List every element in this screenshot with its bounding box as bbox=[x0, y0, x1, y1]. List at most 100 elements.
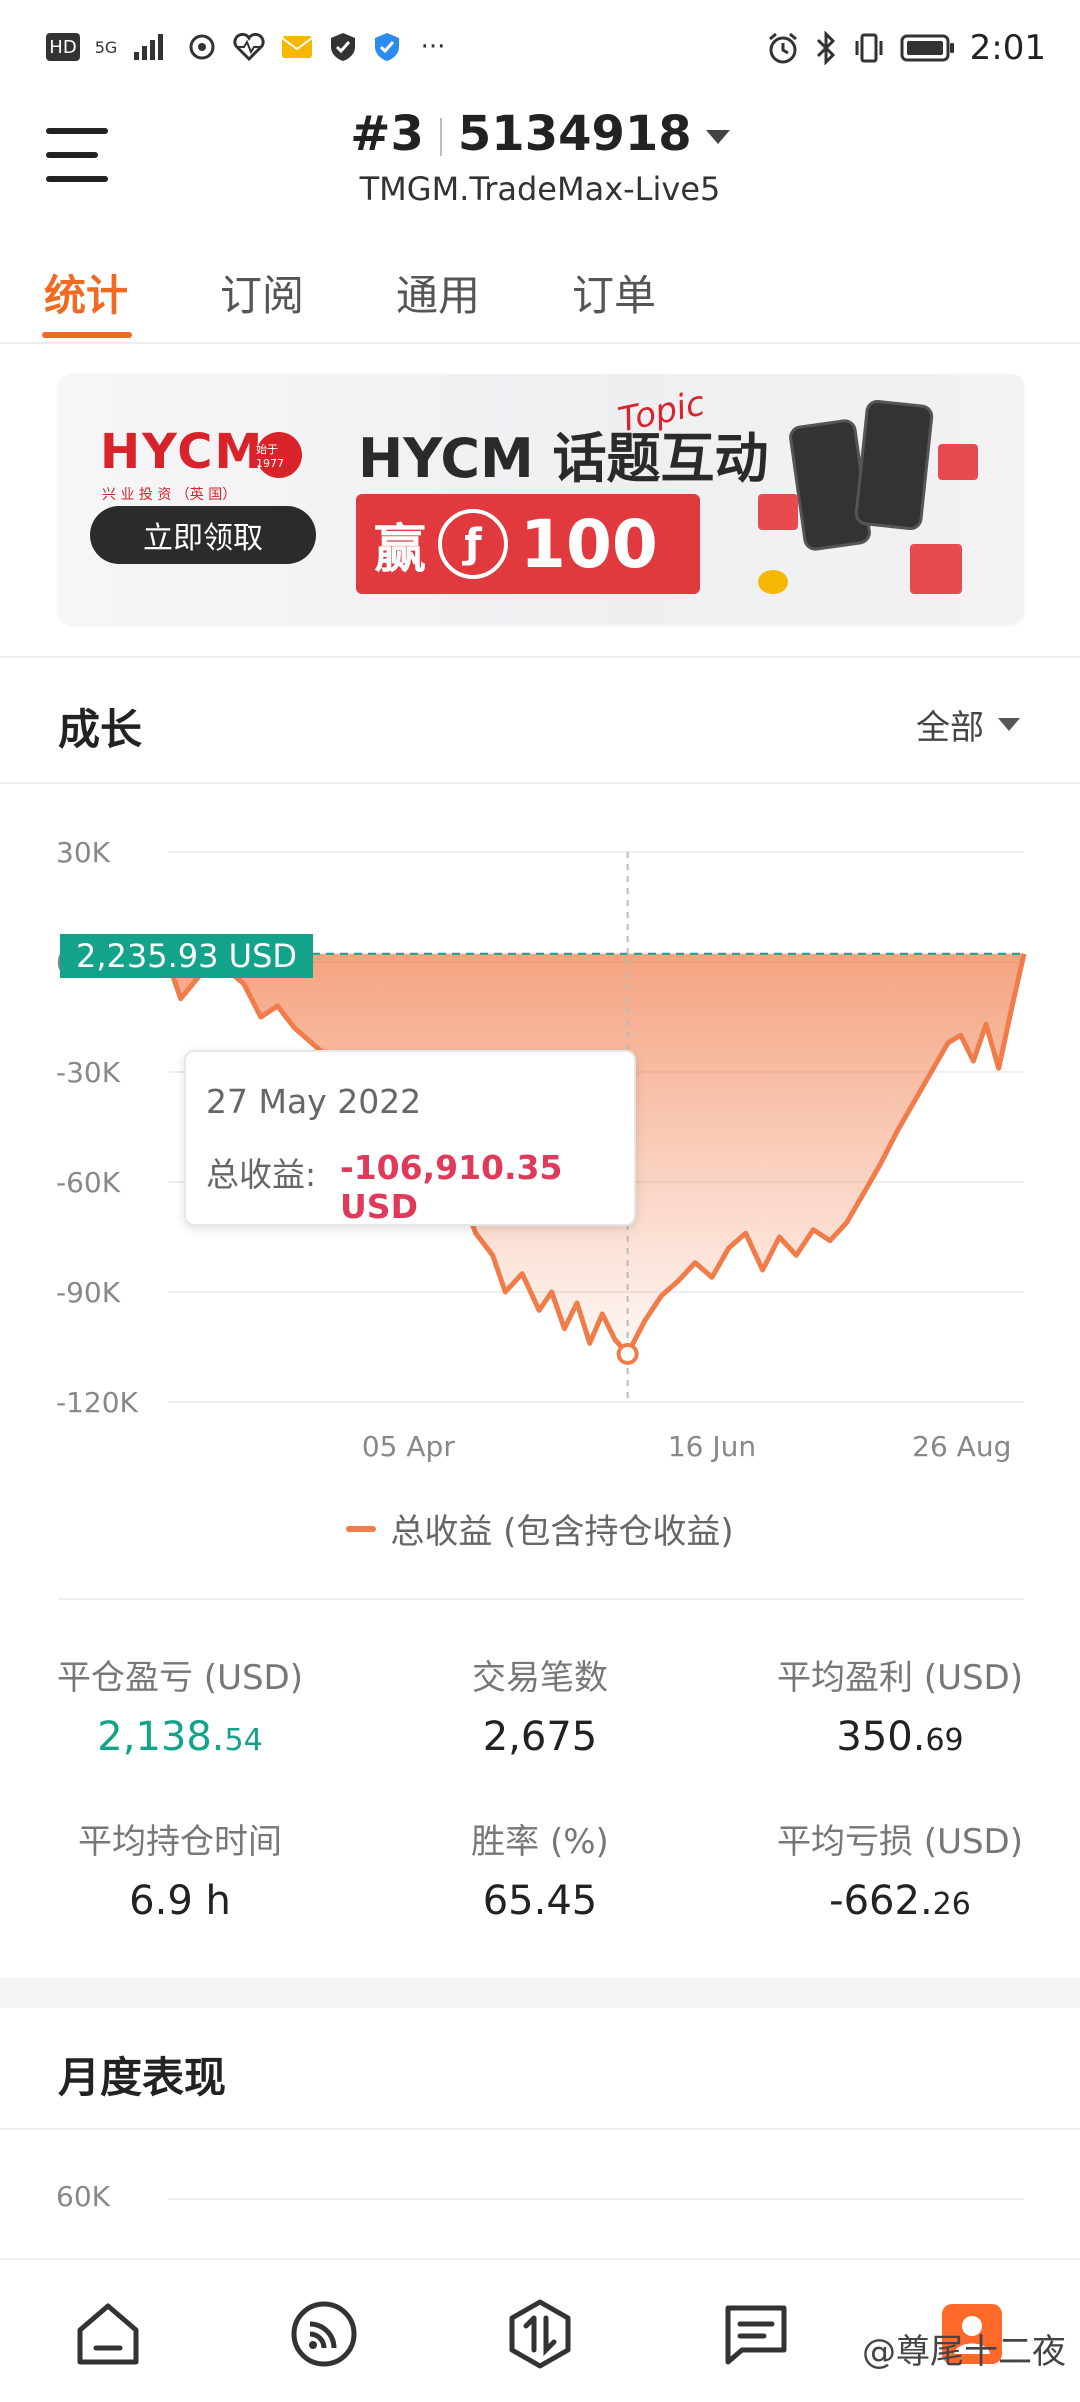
watermark: @尊尾十二夜 bbox=[862, 2332, 1066, 2372]
coin-icon: ƒ bbox=[438, 509, 509, 579]
status-left-indicators: HD 5G ··· bbox=[46, 30, 450, 64]
tab-subscribe[interactable]: 订阅 bbox=[220, 262, 304, 323]
nav-trade[interactable] bbox=[500, 2294, 580, 2374]
monthly-y-tick: 60K bbox=[56, 2180, 110, 2213]
tooltip-date: 27 May 2022 bbox=[206, 1082, 422, 1121]
active-tab-indicator bbox=[42, 332, 132, 338]
shield-icon bbox=[331, 33, 355, 61]
tab-bar: 统计 订阅 通用 订单 bbox=[0, 250, 1080, 344]
section-divider bbox=[0, 2128, 1080, 2130]
stat-label: 平均盈利 (USD) bbox=[777, 1658, 1023, 1698]
stat-label: 平均亏损 (USD) bbox=[777, 1822, 1023, 1862]
stat-dec: 54 bbox=[224, 1723, 263, 1758]
stat-value: -662.26 bbox=[730, 1878, 1070, 1924]
section-divider bbox=[0, 656, 1080, 658]
y-tick-label: 30K bbox=[56, 836, 111, 869]
status-right-indicators: 2:01 bbox=[766, 28, 1046, 68]
chevron-down-icon bbox=[705, 130, 730, 144]
y-tick-label: -120K bbox=[56, 1386, 139, 1419]
phone-illustration-icon bbox=[853, 398, 935, 532]
current-value-label: 2,235.93 USD bbox=[60, 934, 314, 978]
gift-icon bbox=[910, 544, 962, 594]
highlight-point bbox=[616, 1343, 639, 1366]
x-tick-label: 26 Aug bbox=[912, 1430, 1011, 1463]
account-selector[interactable]: #3 5134918 bbox=[0, 106, 1080, 162]
stat-int: 2,675 bbox=[482, 1714, 598, 1760]
stat-dec: 69 bbox=[925, 1723, 964, 1758]
banner-title: HYCM 话题互动 bbox=[358, 427, 769, 490]
coins-icon bbox=[758, 570, 788, 594]
stat-int: 6.9 h bbox=[129, 1878, 231, 1924]
y-tick-label: -90K bbox=[56, 1276, 121, 1309]
account-id: 5134918 bbox=[457, 106, 692, 162]
gift-icon bbox=[938, 444, 978, 480]
stat-int: 65.45 bbox=[482, 1878, 598, 1924]
gift-icon bbox=[758, 494, 798, 530]
tooltip-value: -106,910.35 USD bbox=[340, 1148, 563, 1226]
stat-value: 2,138.54 bbox=[10, 1714, 350, 1760]
section-divider bbox=[0, 782, 1080, 784]
stat-int: 350. bbox=[836, 1714, 926, 1760]
legend-label: 总收益 (包含持仓收益) bbox=[390, 1512, 734, 1552]
range-filter[interactable]: 全部 bbox=[916, 700, 1020, 749]
signal-icon bbox=[134, 34, 163, 60]
stat-label: 平仓盈亏 (USD) bbox=[57, 1658, 303, 1698]
banner-prize: 赢 ƒ 100 bbox=[356, 494, 700, 594]
alarm-icon bbox=[768, 32, 797, 64]
banner-prize-amount: 100 bbox=[520, 505, 658, 583]
growth-title: 成长 bbox=[58, 705, 143, 754]
monthly-gridline bbox=[168, 2198, 1024, 2200]
nav-messages[interactable] bbox=[716, 2294, 796, 2374]
section-gap bbox=[0, 1978, 1080, 2008]
signals-icon bbox=[291, 2301, 357, 2367]
chart-legend: 总收益 (包含持仓收益) bbox=[0, 1504, 1080, 1553]
banner-logo-subtitle: 兴 业 投 资 （英 国） bbox=[102, 487, 237, 503]
y-tick-label: -60K bbox=[56, 1166, 121, 1199]
stat-value: 350.69 bbox=[730, 1714, 1070, 1760]
monthly-title: 月度表现 bbox=[58, 2053, 227, 2102]
nav-home[interactable] bbox=[68, 2294, 148, 2374]
messages-icon bbox=[725, 2305, 787, 2365]
tab-stats[interactable]: 统计 bbox=[44, 262, 128, 323]
x-tick-label: 05 Apr bbox=[362, 1430, 455, 1463]
network-5g-icon: 5G bbox=[94, 37, 118, 57]
hd-icon: HD bbox=[46, 33, 80, 61]
chart-tooltip: 27 May 2022 总收益: -106,910.35 USD bbox=[184, 1050, 636, 1226]
sync-icon bbox=[189, 34, 215, 60]
heart-monitor-icon bbox=[233, 32, 265, 62]
nav-signals[interactable] bbox=[284, 2294, 364, 2374]
stat-int: 2,138. bbox=[97, 1714, 225, 1760]
banner-claim-button[interactable]: 立即领取 bbox=[90, 506, 316, 564]
stat-int: -662. bbox=[829, 1878, 933, 1924]
server-name: TMGM.TradeMax-Live5 bbox=[359, 170, 721, 208]
tooltip-label: 总收益: bbox=[206, 1155, 317, 1194]
stat-label: 交易笔数 bbox=[472, 1658, 608, 1698]
stat-value: 2,675 bbox=[370, 1714, 710, 1760]
chevron-down-icon bbox=[998, 718, 1020, 731]
vibrate-icon bbox=[855, 33, 883, 63]
bluetooth-icon bbox=[816, 31, 835, 65]
account-number: #3 bbox=[350, 106, 424, 162]
x-tick-label: 16 Jun bbox=[668, 1430, 756, 1463]
banner-prize-char: 赢 bbox=[374, 519, 427, 580]
legend-swatch bbox=[346, 1525, 377, 1532]
tab-general[interactable]: 通用 bbox=[396, 262, 480, 323]
tab-orders[interactable]: 订单 bbox=[572, 262, 656, 323]
account-separator bbox=[439, 118, 442, 156]
mail-icon bbox=[281, 36, 313, 58]
status-bar: HD 5G ··· 2:01 bbox=[0, 0, 1080, 100]
trade-icon bbox=[509, 2299, 571, 2369]
banner-seal: 始于1977 bbox=[256, 432, 302, 478]
status-time: 2:01 bbox=[969, 28, 1046, 68]
stat-value: 65.45 bbox=[370, 1878, 710, 1924]
stat-value: 6.9 h bbox=[10, 1878, 350, 1924]
section-divider bbox=[58, 1598, 1024, 1600]
range-filter-label: 全部 bbox=[916, 708, 984, 748]
stat-label: 平均持仓时间 bbox=[78, 1822, 282, 1862]
home-icon bbox=[77, 2303, 139, 2365]
battery-icon bbox=[900, 34, 954, 62]
stat-label: 胜率 (%) bbox=[471, 1822, 609, 1862]
more-icon: ··· bbox=[420, 32, 446, 62]
banner-logo: HYCM bbox=[100, 424, 265, 480]
promo-banner[interactable]: HYCM 兴 业 投 资 （英 国） 始于1977 立即领取 HYCM 话题互动… bbox=[58, 374, 1024, 624]
